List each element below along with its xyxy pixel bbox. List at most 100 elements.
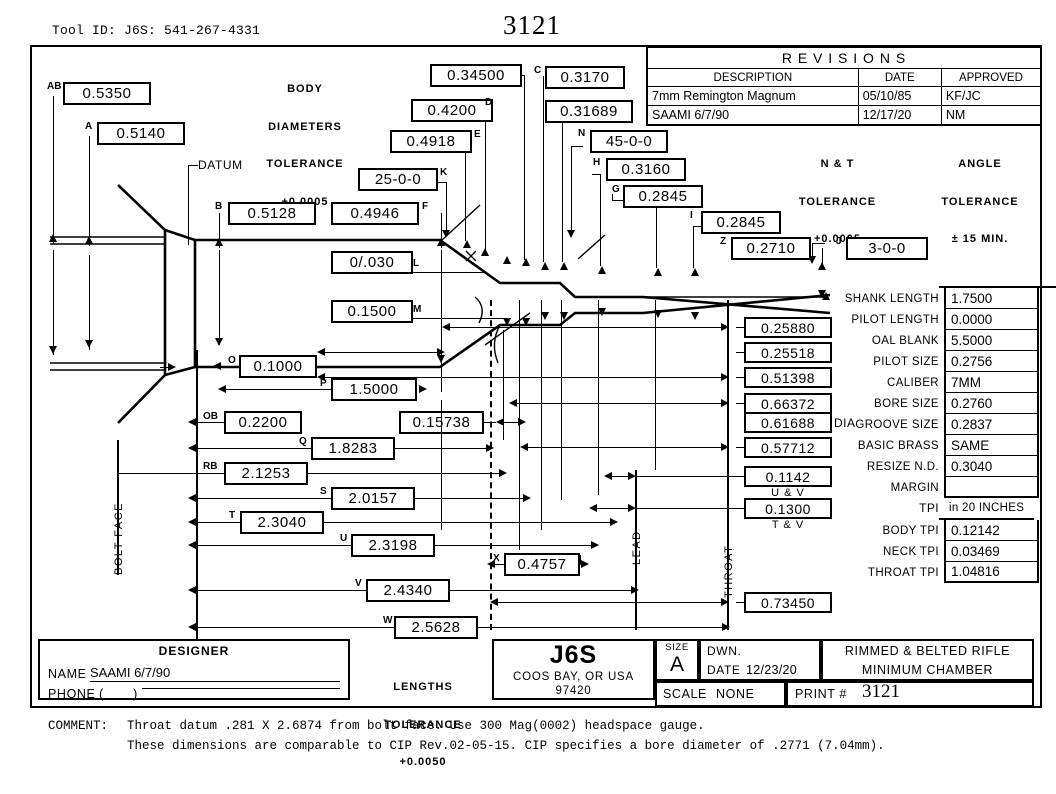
dim-box-f: 0.4946 [331, 202, 419, 225]
tpi-value: 1.04816 [944, 562, 1039, 583]
dim-box-g: 0.2845 [623, 185, 703, 208]
dim-value: 0.4946 [350, 205, 400, 222]
leader-n-vertical [571, 146, 572, 234]
spec-value: SAME [944, 435, 1039, 456]
dim-value: 0.25880 [760, 319, 816, 336]
dim-box-ab: 0.5350 [63, 82, 151, 105]
dim-box-i: 0.2845 [701, 211, 781, 234]
dim-value: 2.4340 [383, 582, 433, 599]
tpi-header-row: TPI in 20 INCHES [829, 498, 1056, 518]
dim-value: 0.5350 [82, 85, 132, 102]
leader-k-vertical [446, 182, 447, 234]
ext-line-b-lower [219, 250, 220, 345]
arrow-right-t [610, 518, 618, 526]
spec-label: PILOT SIZE [873, 355, 939, 368]
dim-box-u: 2.3198 [351, 534, 435, 557]
dim-value: 0.3160 [621, 161, 671, 178]
dim-box-l: 0/.030 [331, 251, 413, 274]
arrow-right-s [523, 494, 531, 502]
dim-box-j: 3-0-0 [846, 237, 928, 260]
dim-value: 0.57712 [760, 439, 816, 456]
arrow-right-r9 [721, 598, 729, 606]
dim-value: 2.1253 [241, 465, 291, 482]
tpi-row: THROAT TPI 1.04816 [829, 562, 1056, 583]
arrow-down-k [442, 230, 450, 238]
dim-value: 0.73450 [760, 594, 816, 611]
dimline-r1-left [450, 327, 725, 328]
dim-box-rb: 2.1253 [224, 462, 308, 485]
dim-label-rb: RB [203, 461, 218, 472]
dim-box-ob: 0.2200 [224, 411, 302, 434]
dim-box-n: 45-0-0 [590, 130, 668, 153]
dimline-ob [196, 422, 224, 423]
dim-box-r9: 0.73450 [744, 592, 832, 613]
description-line-2: MINIMUM CHAMBER [861, 663, 994, 677]
arrow-left-v [188, 586, 196, 594]
spec-label: BORE SIZE [874, 397, 939, 410]
dimline-t-left [196, 522, 240, 523]
dim-value: 25-0-0 [374, 171, 422, 188]
bolt-face-label: BOLT FACE [113, 501, 125, 575]
spec-row: MARGIN [829, 477, 1056, 498]
spec-row: RESIZE N.D. 0.3040 [829, 456, 1056, 477]
spec-label: MARGIN [890, 481, 939, 494]
dim-label-ab: AB [47, 81, 62, 92]
leader-h-horizontal [592, 174, 600, 175]
ext-thin-2 [519, 300, 520, 550]
arrow-up-b [215, 238, 223, 246]
spec-value: 0.3040 [944, 456, 1039, 477]
dimline-p [222, 389, 342, 390]
dimline-q-right [395, 448, 490, 449]
date-label: DATE [707, 663, 741, 677]
dim-value: 0.2200 [238, 414, 288, 431]
datum-dashed-line [490, 300, 492, 630]
dimline-r9-left [498, 602, 725, 603]
dim-box-top: 0.34500 [430, 64, 522, 87]
leader-d-vertical [485, 110, 486, 250]
arrow-down-d [522, 318, 530, 326]
spec-label: CALIBER [886, 376, 939, 389]
spec-row: GROOVE SIZE 0.2837 [829, 414, 1056, 435]
dim-box-v: 2.4340 [366, 579, 450, 602]
ext-line-f-lower [441, 250, 442, 360]
dim-value: 0.1300 [765, 500, 811, 517]
dim-box-m: 0.1500 [331, 300, 413, 323]
arrow-down-m [503, 318, 511, 326]
note-line: LENGTHS [393, 681, 453, 693]
dwn-label: DWN. [707, 644, 742, 658]
tpi-value: 0.12142 [944, 520, 1039, 541]
arrow-down-c [541, 312, 549, 320]
ext-line-p-right [441, 360, 442, 392]
dim-box-z: 0.2710 [731, 237, 811, 260]
dim-label-a: A [85, 121, 93, 132]
dim-box-b: 0.5128 [228, 202, 316, 225]
arrow-up-i [691, 268, 699, 276]
arrow-left-u [188, 541, 196, 549]
arrow-right-r3 [721, 373, 729, 381]
dimline-u-left [196, 545, 351, 546]
spec-row: OAL BLANK 5.5000 [829, 330, 1056, 351]
dim-value: 2.3040 [257, 514, 307, 531]
arrow-right-r6 [721, 443, 729, 451]
date-value: 12/23/20 [746, 663, 798, 677]
tpi-value: 0.03469 [944, 541, 1039, 562]
dim-box-x: 0.4757 [504, 553, 580, 576]
arrow-left-q [188, 444, 196, 452]
dim-value: 0.4200 [427, 102, 477, 119]
size-value: A [669, 653, 684, 676]
leader-l-horizontal [411, 272, 486, 273]
leader-i-vertical [693, 226, 694, 268]
dim-box-r5: 0.61688 [744, 412, 832, 433]
leader-m-horizontal [411, 318, 511, 319]
dimline-r1 [736, 327, 744, 328]
company-zip: 97420 [555, 685, 592, 697]
dim-value: 1.8283 [328, 440, 378, 457]
tpi-row: NECK TPI 0.03469 [829, 541, 1056, 562]
dim-value: 0.66372 [760, 395, 816, 412]
leader-j-horizontal [812, 243, 825, 244]
dim-label-o: O [228, 355, 236, 366]
spec-value: 0.2760 [944, 393, 1039, 414]
dim-value: 0.1000 [253, 358, 303, 375]
tpi-header-right: in 20 INCHES [949, 502, 1025, 514]
spec-row: BASIC BRASS SAME [829, 435, 1056, 456]
